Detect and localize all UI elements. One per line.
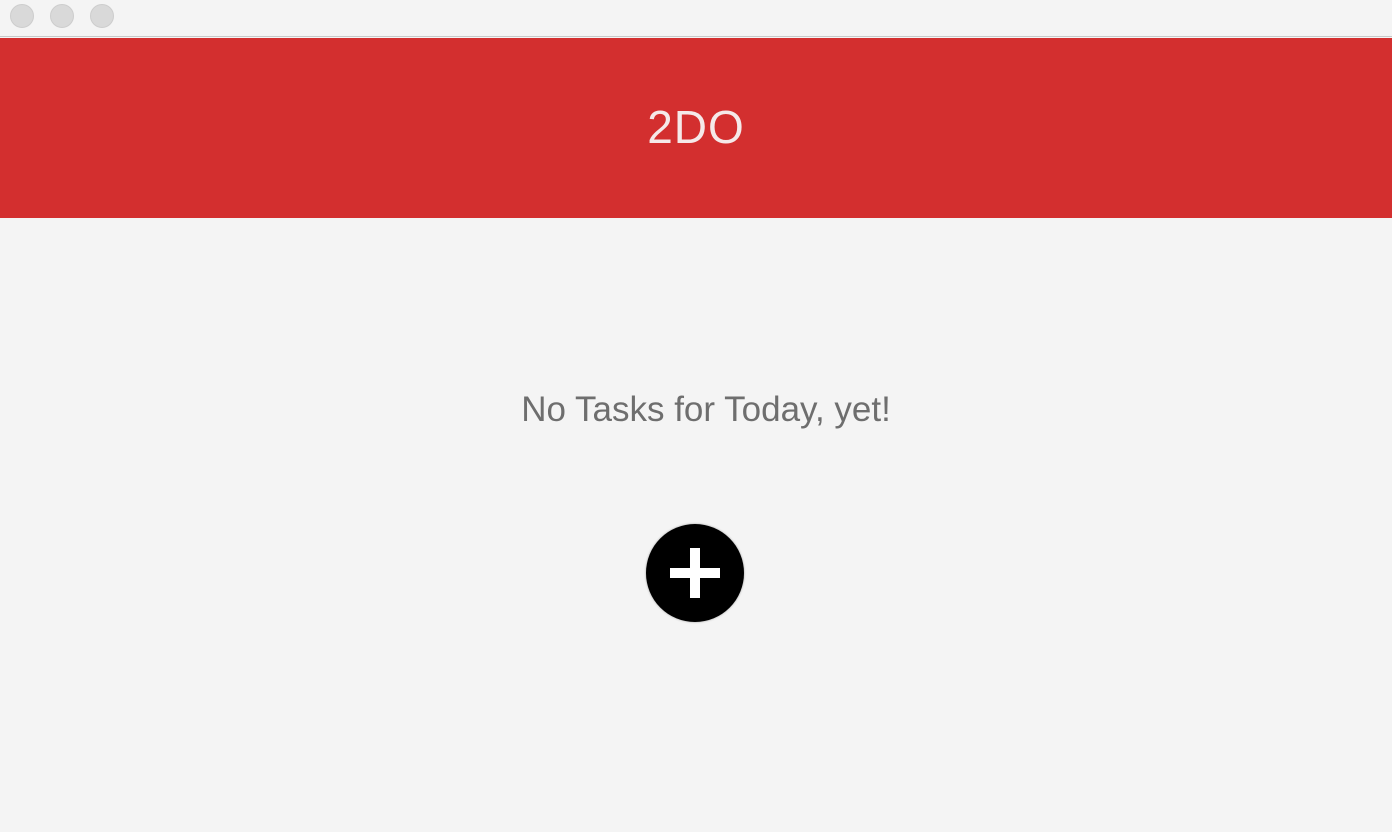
- window-minimize-button[interactable]: [50, 4, 74, 28]
- empty-state-message: No Tasks for Today, yet!: [521, 390, 891, 429]
- app-window: 2DO No Tasks for Today, yet!: [0, 0, 1392, 832]
- add-task-button[interactable]: [646, 524, 744, 622]
- window-close-button[interactable]: [10, 4, 34, 28]
- plus-icon: [670, 548, 720, 598]
- window-titlebar: [0, 0, 1392, 37]
- app-title: 2DO: [647, 101, 745, 153]
- window-zoom-button[interactable]: [90, 4, 114, 28]
- app-header: 2DO: [0, 38, 1392, 218]
